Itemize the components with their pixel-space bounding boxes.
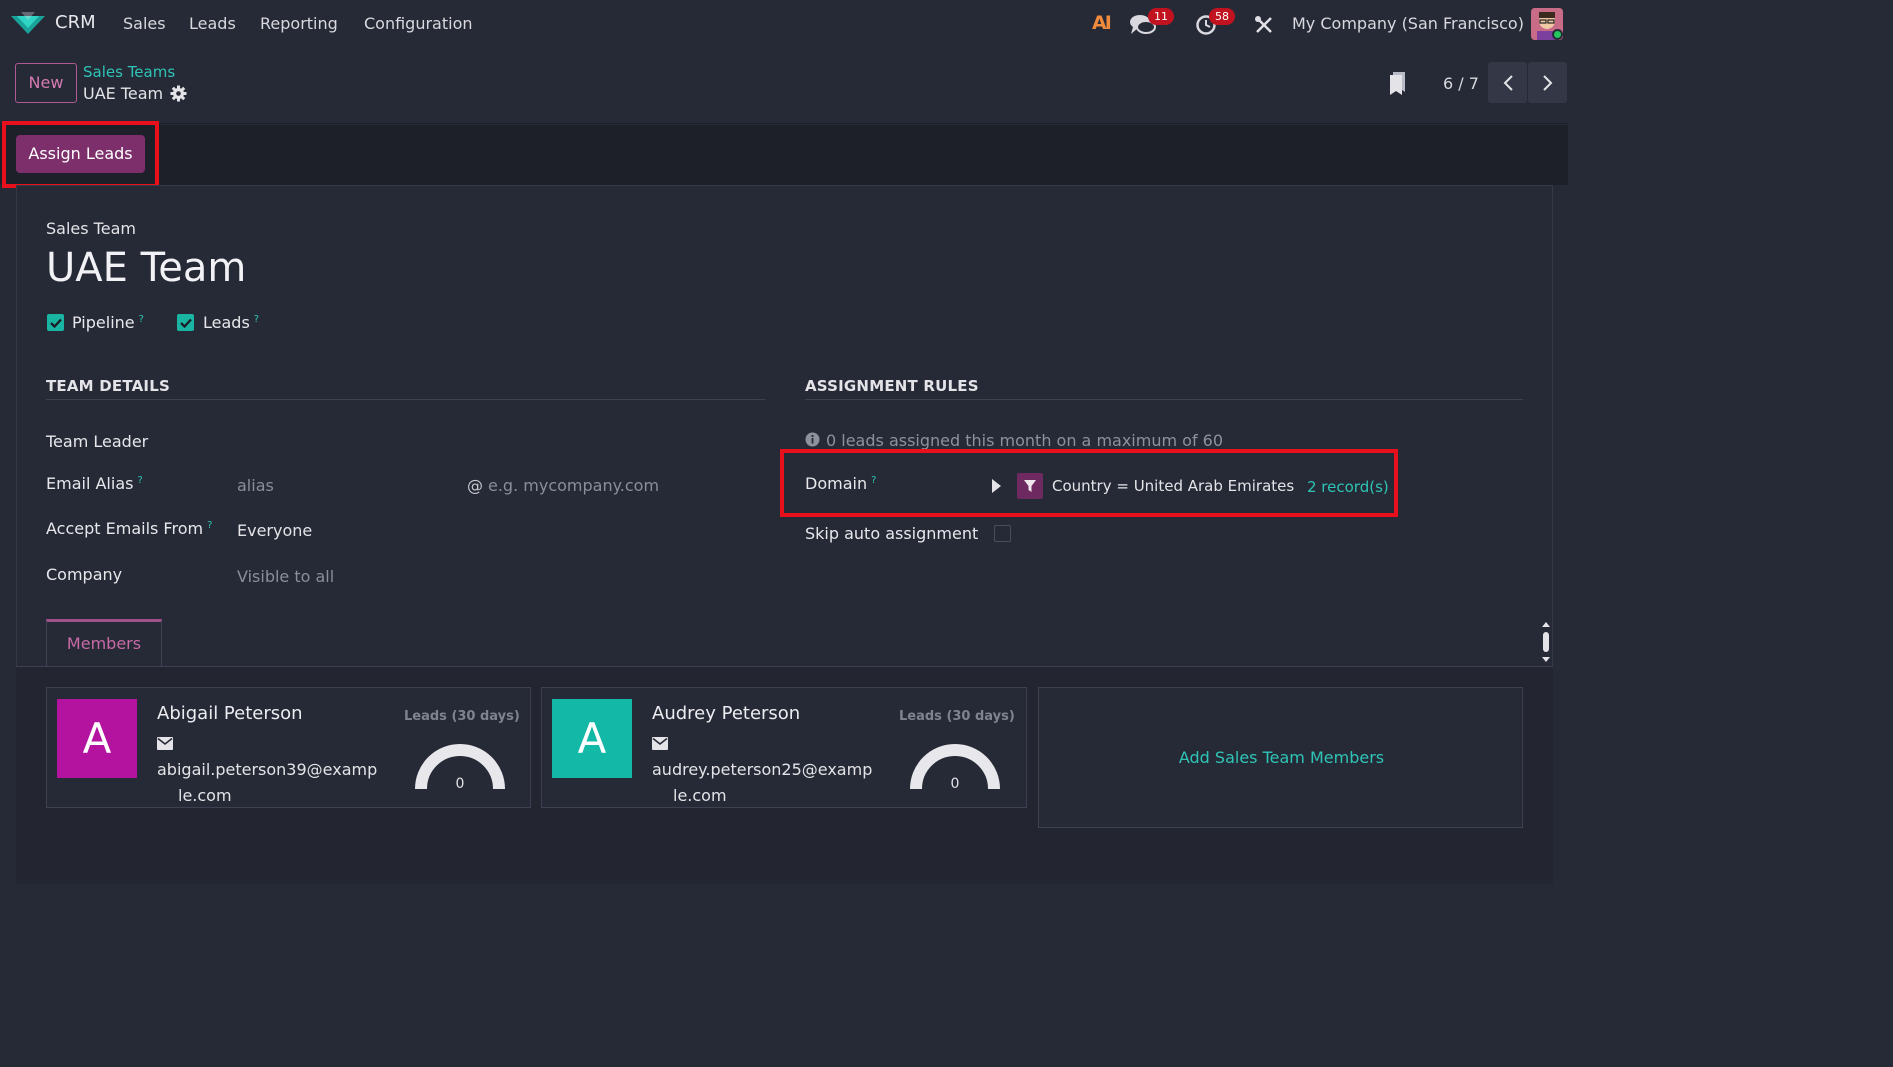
member-leads-value: 0: [950, 776, 960, 792]
skip-auto-assignment-label: Skip auto assignment: [805, 524, 979, 543]
pager-previous-button[interactable]: [1488, 62, 1527, 103]
pipeline-label: Pipeline?: [72, 313, 144, 332]
check-icon: [49, 318, 62, 328]
team-leader-label: Team Leader: [46, 432, 149, 451]
form-subtitle: Sales Team: [46, 219, 136, 238]
assignment-info: 0 leads assigned this month on a maximum…: [805, 431, 1223, 450]
member-name: Abigail Peterson: [157, 703, 303, 724]
ai-icon[interactable]: AI: [1092, 10, 1116, 38]
activity-icon[interactable]: 58: [1195, 8, 1241, 38]
alias-input[interactable]: alias: [237, 476, 274, 495]
menu-reporting[interactable]: Reporting: [260, 14, 338, 33]
breadcrumb-current: UAE Team: [83, 84, 164, 103]
discuss-icon[interactable]: 11: [1130, 8, 1174, 38]
alias-domain-input[interactable]: e.g. mycompany.com: [488, 476, 659, 495]
envelope-icon: [652, 737, 668, 750]
member-card[interactable]: A Abigail Peterson abigail.peterson39@ex…: [46, 687, 531, 808]
email-alias-label: Email Alias?: [46, 474, 143, 493]
menu-leads[interactable]: Leads: [189, 14, 236, 33]
scrollbar[interactable]: [1541, 620, 1551, 664]
member-name: Audrey Peterson: [652, 703, 801, 724]
bookmark-icon[interactable]: [1389, 72, 1407, 96]
gear-icon[interactable]: [170, 85, 187, 102]
crm-logo-icon[interactable]: [11, 12, 45, 34]
member-leads-label: Leads (30 days): [404, 709, 520, 724]
company-label: Company: [46, 565, 123, 584]
menu-configuration[interactable]: Configuration: [364, 14, 473, 33]
member-email: abigail.peterson39@examp le.com: [157, 731, 397, 809]
info-icon: [805, 432, 820, 447]
check-icon: [179, 318, 192, 328]
member-card[interactable]: A Audrey Peterson audrey.peterson25@exam…: [541, 687, 1027, 808]
online-status-dot: [1552, 29, 1563, 40]
alias-at-sign: @: [467, 476, 483, 495]
accept-emails-select[interactable]: Everyone: [237, 521, 312, 540]
control-panel: New Sales Teams UAE Team 6 / 7: [0, 48, 1568, 124]
member-avatar: A: [552, 699, 632, 778]
email-alias-help[interactable]: ?: [137, 475, 142, 486]
accept-emails-label: Accept Emails From?: [46, 519, 213, 538]
user-avatar[interactable]: [1531, 8, 1563, 40]
assignment-rules-divider: [805, 399, 1523, 400]
top-navbar: CRM Sales Leads Reporting Configuration …: [0, 0, 1568, 48]
envelope-icon: [157, 737, 173, 750]
highlight-assign-leads: [2, 121, 159, 188]
leads-label: Leads?: [203, 313, 260, 332]
member-avatar: A: [57, 699, 137, 778]
ai-icon-label: AI: [1092, 12, 1112, 34]
member-email: audrey.peterson25@examp le.com: [652, 731, 892, 809]
team-details-header: TEAM DETAILS: [46, 377, 170, 395]
pager-value[interactable]: 6 / 7: [1443, 74, 1479, 93]
discuss-badge: 11: [1148, 8, 1174, 25]
chevron-left-icon: [1503, 74, 1513, 91]
tab-members[interactable]: Members: [46, 619, 162, 667]
pipeline-checkbox[interactable]: [47, 314, 64, 331]
leads-checkbox[interactable]: [177, 314, 194, 331]
team-details-divider: [46, 399, 765, 400]
leads-help[interactable]: ?: [254, 314, 259, 325]
company-input[interactable]: Visible to all: [237, 567, 334, 586]
add-members-card[interactable]: Add Sales Team Members: [1038, 687, 1523, 828]
app-name[interactable]: CRM: [55, 12, 96, 33]
pipeline-help[interactable]: ?: [139, 314, 144, 325]
member-leads-value: 0: [455, 776, 465, 792]
company-switcher[interactable]: My Company (San Francisco): [1292, 14, 1524, 33]
chevron-right-icon: [1542, 74, 1552, 91]
team-name-title[interactable]: UAE Team: [46, 245, 246, 291]
highlight-domain: [780, 449, 1398, 517]
skip-auto-assignment-checkbox[interactable]: [994, 525, 1011, 542]
accept-emails-help[interactable]: ?: [207, 520, 212, 531]
menu-sales[interactable]: Sales: [123, 14, 166, 33]
debug-tools-icon[interactable]: [1254, 10, 1276, 38]
breadcrumb-sales-teams[interactable]: Sales Teams: [83, 63, 175, 81]
member-leads-label: Leads (30 days): [899, 709, 1015, 724]
activity-badge: 58: [1209, 8, 1235, 25]
form-action-bar: Assign Leads: [0, 125, 1568, 185]
assignment-rules-header: ASSIGNMENT RULES: [805, 377, 979, 395]
pager-next-button[interactable]: [1528, 62, 1567, 103]
new-button[interactable]: New: [15, 63, 77, 103]
add-sales-team-members-link[interactable]: Add Sales Team Members: [1039, 748, 1524, 767]
